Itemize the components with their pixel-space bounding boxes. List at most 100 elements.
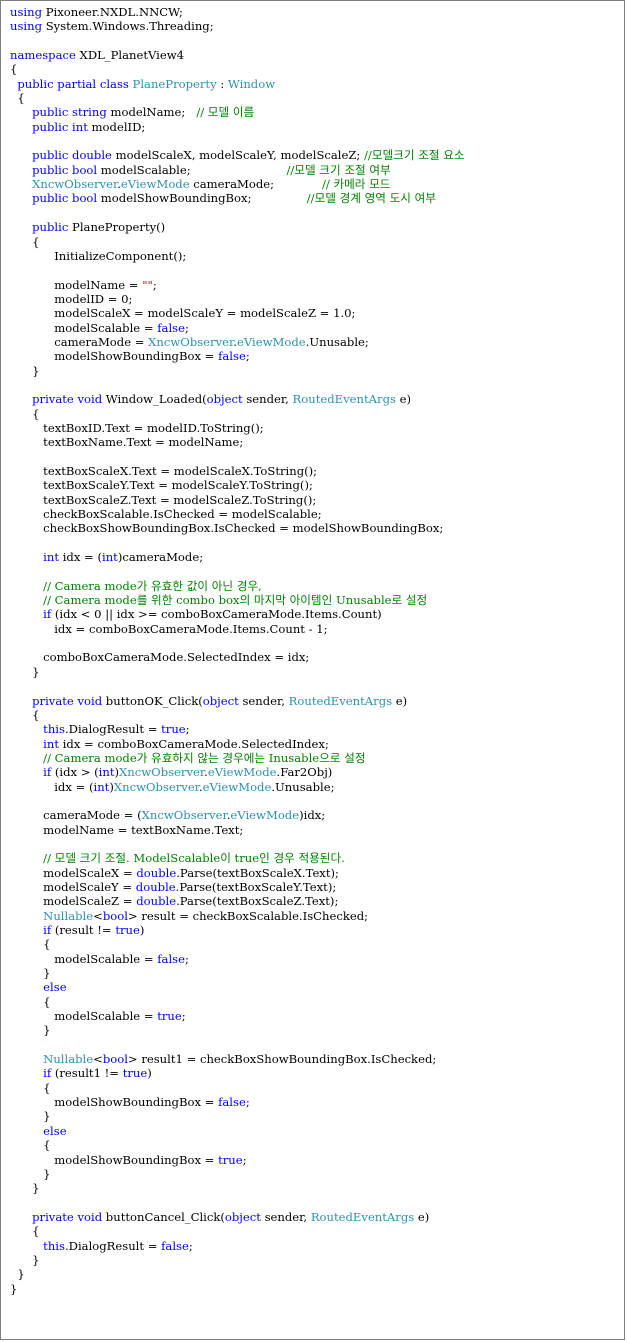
code-token: modelScaleX, modelScaleY, modelScaleZ; (111, 148, 365, 163)
code-token: checkBoxShowBoundingBox.IsChecked = mode… (10, 521, 444, 536)
code-line: } (10, 1167, 465, 1181)
code-line: if (result != true) (10, 923, 465, 937)
code-token: Window (227, 76, 276, 91)
code-token: ; (184, 951, 189, 966)
code-line: modelShowBoundingBox = false; (10, 1095, 465, 1109)
code-token: int (101, 550, 118, 565)
code-line: XncwObserver.eViewMode cameraMode; // 카메… (10, 177, 465, 191)
code-token: buttonCancel_Click( (102, 1209, 225, 1224)
code-token: idx = ( (59, 550, 102, 565)
code-line: int idx = comboBoxCameraMode.SelectedInd… (10, 737, 465, 751)
code-line: checkBoxShowBoundingBox.IsChecked = mode… (10, 521, 465, 535)
code-line: } (10, 665, 465, 679)
code-token: eViewMode (236, 334, 306, 349)
code-line: // 모델 크기 조절. ModelScalable이 true인 경우 적용된… (10, 851, 465, 865)
code-line: else (10, 980, 465, 994)
code-line: private void Window_Loaded(object sender… (10, 392, 465, 406)
code-token: > result = checkBoxScalable.IsChecked; (127, 908, 369, 923)
code-line: { (10, 1224, 465, 1238)
code-line: private void buttonCancel_Click(object s… (10, 1210, 465, 1224)
code-token: Nullable (43, 908, 94, 923)
code-line: Nullable<bool> result = checkBoxScalable… (10, 909, 465, 923)
code-token: .Parse(textBoxScaleX.Text); (176, 865, 339, 880)
code-token: { (10, 937, 51, 952)
code-token: this (43, 722, 65, 737)
code-token: // Camera mode가 유효하지 않는 경우에는 Inusable으로 … (43, 750, 366, 765)
code-line: cameraMode = (XncwObserver.eViewMode)idx… (10, 808, 465, 822)
code-token: XDL_PlanetView4 (75, 48, 185, 63)
code-token: object (224, 1209, 261, 1224)
code-line: { (10, 235, 465, 249)
code-token: // 모델 이름 (196, 105, 255, 120)
code-token: cameraMode = (10, 334, 149, 349)
code-line: this.DialogResult = true; (10, 722, 465, 736)
code-line: } (10, 1023, 465, 1037)
code-line: cameraMode = XncwObserver.eViewMode.Unus… (10, 335, 465, 349)
code-line: idx = (int)XncwObserver.eViewMode.Unusab… (10, 780, 465, 794)
code-token: .Unusable; (305, 334, 369, 349)
code-token: textBoxName.Text = modelName; (10, 435, 244, 450)
code-token: XncwObserver (113, 779, 199, 794)
code-token: true (122, 1066, 148, 1081)
code-token: bool (102, 908, 128, 923)
code-token: modelID; (87, 119, 146, 134)
code-token: false (157, 951, 185, 966)
code-token: { (10, 62, 18, 77)
code-token: XncwObserver (148, 334, 234, 349)
code-token: if (43, 765, 52, 780)
code-line: { (10, 995, 465, 1009)
code-token: int (43, 736, 60, 751)
code-token: idx = comboBoxCameraMode.Items.Count - 1… (10, 621, 328, 636)
code-token: private void (32, 1209, 103, 1224)
code-token: public double (32, 148, 112, 163)
code-token: public bool (32, 162, 98, 177)
code-token: ; (185, 722, 190, 737)
code-token: ; (245, 1095, 250, 1110)
code-token: } (10, 1252, 40, 1267)
code-token: public partial class (17, 76, 129, 91)
code-line: modelScalable = false; (10, 321, 465, 335)
code-token: double (136, 894, 177, 909)
code-line: using System.Windows.Threading; (10, 19, 465, 33)
code-token: )cameraMode; (117, 550, 204, 565)
code-token: modelName = textBoxName.Text; (10, 822, 244, 837)
code-token: //모델크기 조절 요소 (364, 148, 465, 163)
code-token: public int (32, 119, 88, 134)
code-line: modelShowBoundingBox = false; (10, 349, 465, 363)
code-token: RoutedEventArgs (288, 693, 393, 708)
code-token: if (43, 607, 52, 622)
code-token: System.Windows.Threading; (42, 19, 214, 34)
code-token: PlaneProperty() (68, 220, 166, 235)
code-token: else (43, 1123, 67, 1138)
code-token: RoutedEventArgs (310, 1209, 415, 1224)
code-token: } (10, 1267, 25, 1282)
code-token: this (43, 1238, 65, 1253)
code-token: namespace (10, 48, 76, 63)
code-line: } (10, 364, 465, 378)
code-listing: using Pixoneer.NXDL.NNCW; using System.Wi… (10, 5, 465, 1296)
code-token: using (10, 19, 43, 34)
code-line: public PlaneProperty() (10, 220, 465, 234)
code-token: (result != (51, 923, 116, 937)
code-line: if (idx < 0 || idx >= comboBoxCameraMode… (10, 607, 465, 621)
code-token: e) (414, 1209, 430, 1224)
code-token: } (10, 1181, 40, 1196)
code-line: idx = comboBoxCameraMode.Items.Count - 1… (10, 622, 465, 636)
code-line: { (10, 407, 465, 421)
